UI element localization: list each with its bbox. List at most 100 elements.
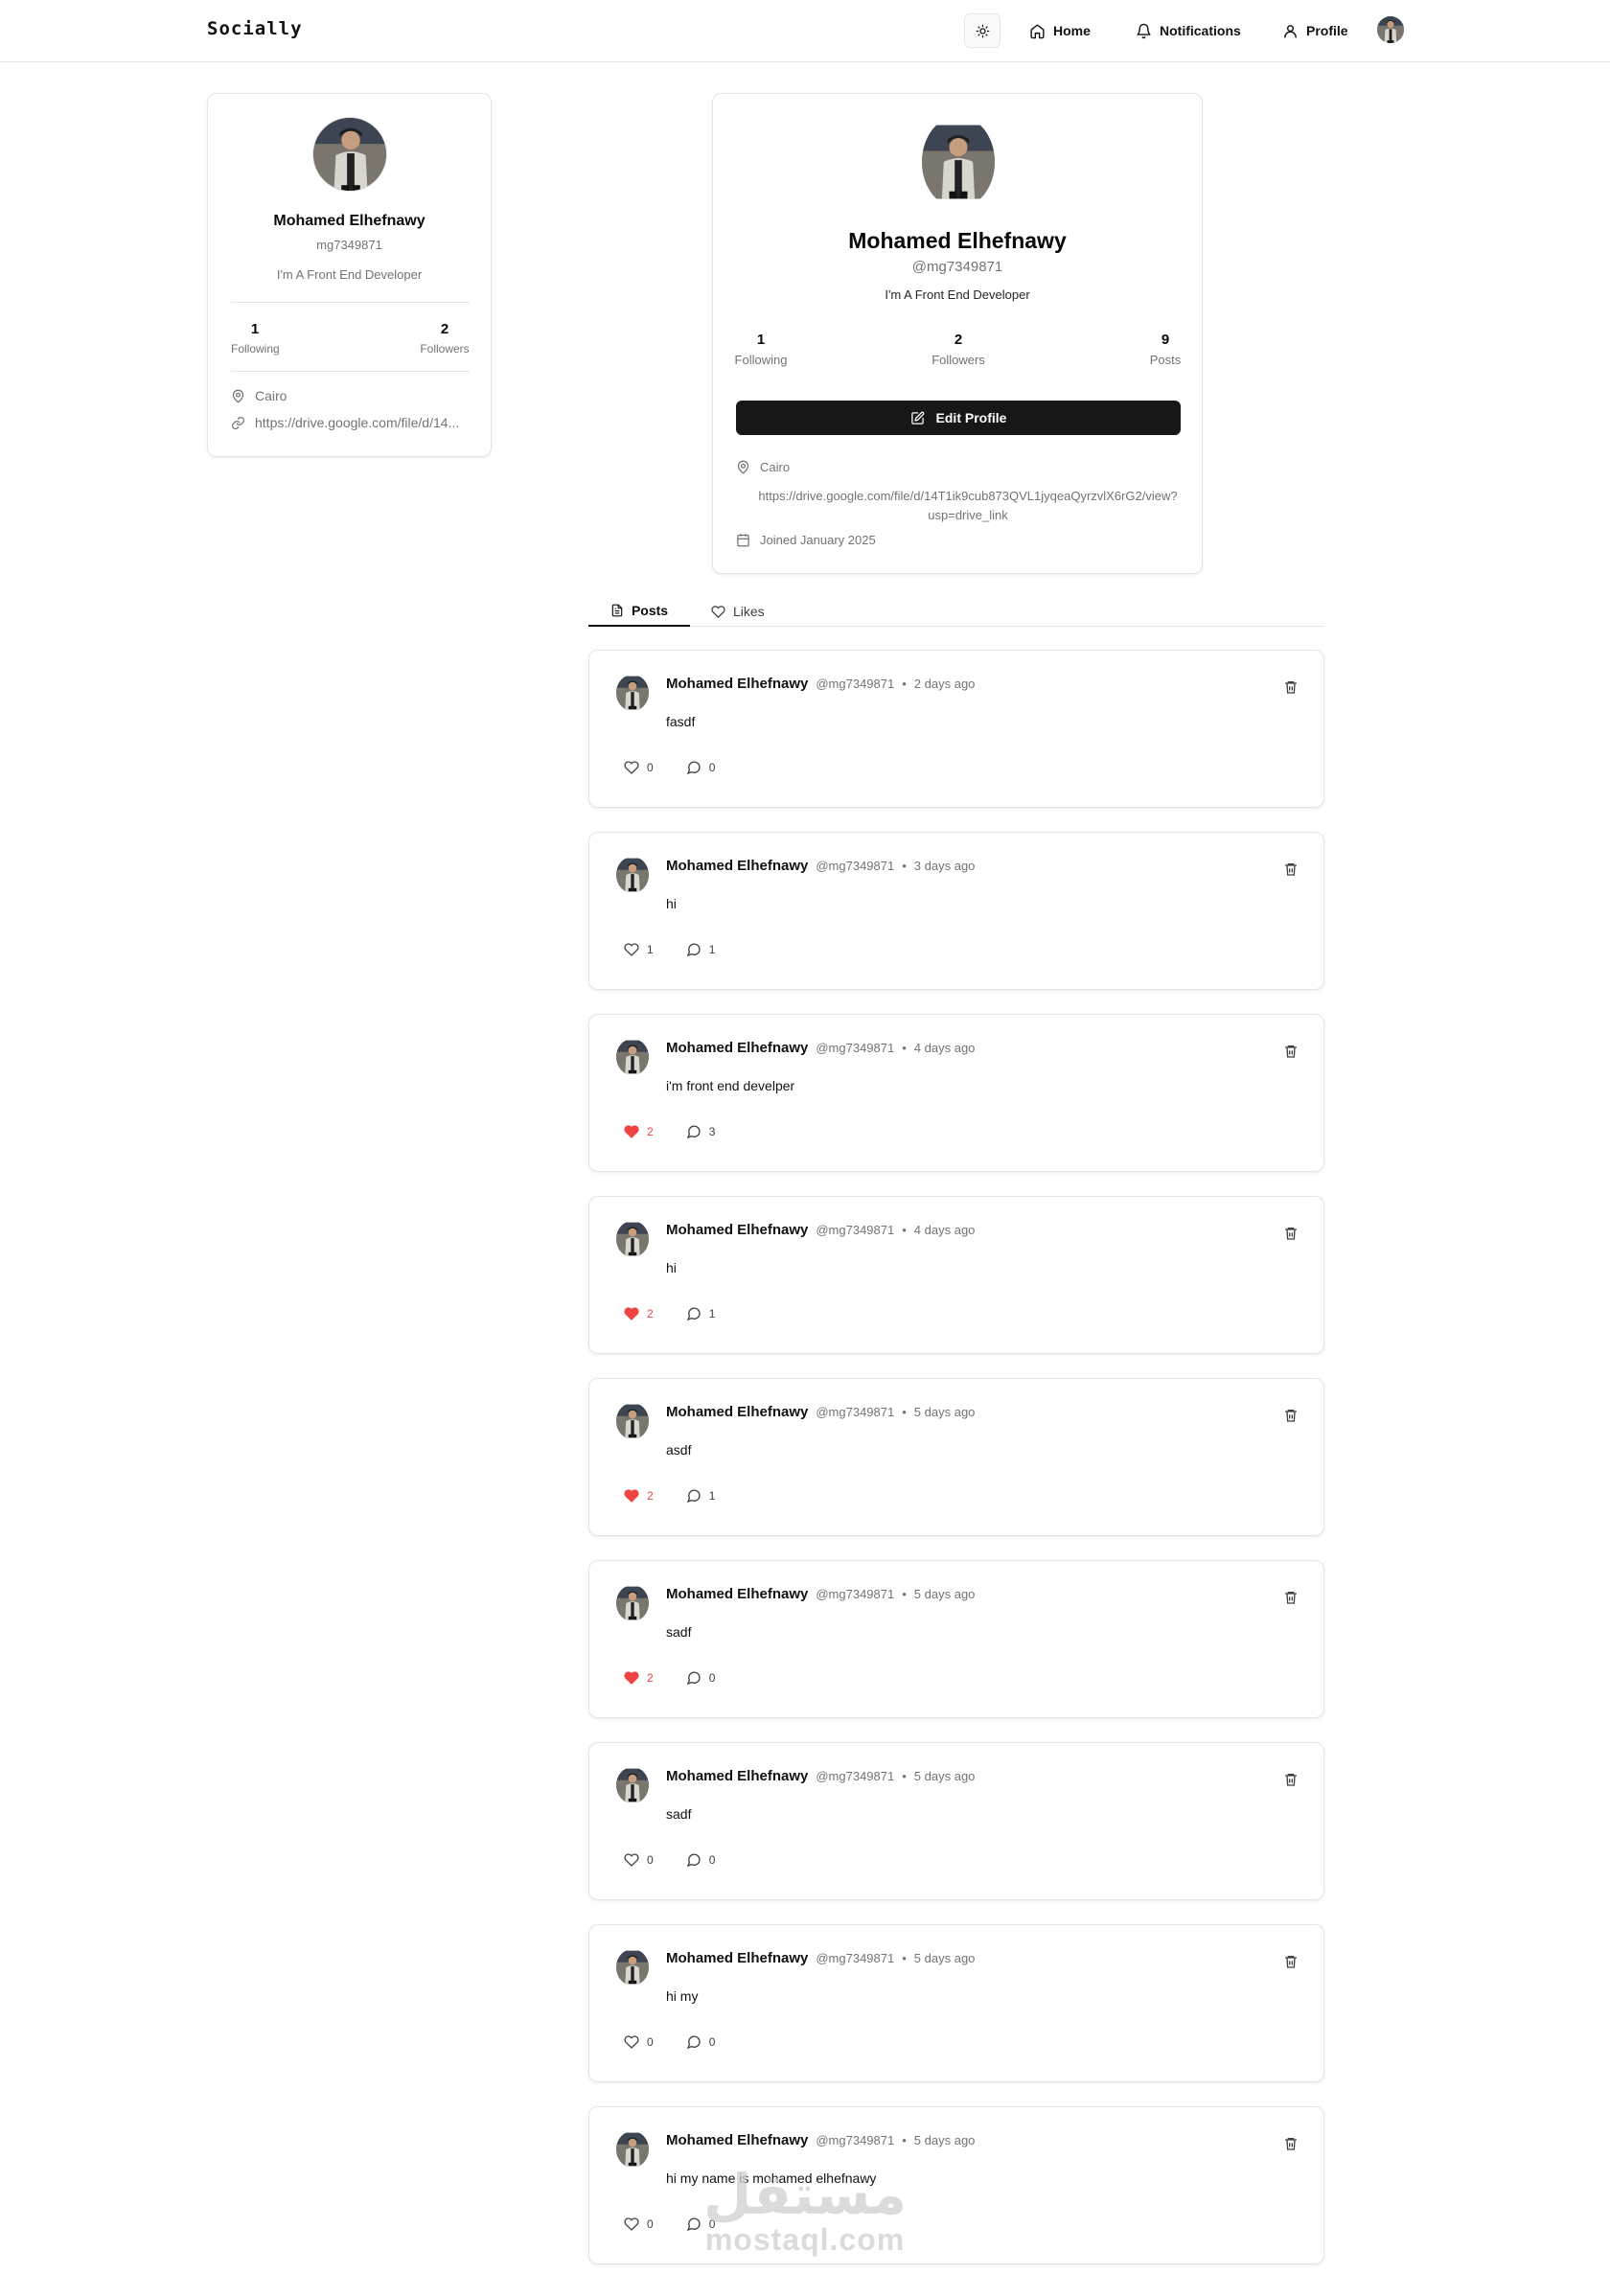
watermark: مستقل mostaql.com — [700, 2166, 910, 2256]
post-card: Mohamed Elhefnawy @mg7349871 • 5 days ag… — [588, 1378, 1324, 1536]
like-button[interactable]: 0 — [624, 2034, 654, 2050]
app-logo[interactable]: Socially — [207, 18, 303, 39]
comment-button[interactable]: 1 — [686, 1306, 715, 1321]
like-button[interactable]: 2 — [624, 1306, 654, 1321]
comment-button[interactable]: 0 — [686, 2034, 715, 2050]
sidebar-website[interactable]: https://drive.google.com/file/d/14... — [231, 415, 459, 430]
trash-icon[interactable] — [1283, 1590, 1299, 1605]
post-avatar[interactable] — [616, 1767, 649, 1803]
comment-button[interactable]: 0 — [686, 1852, 715, 1868]
comment-button[interactable]: 1 — [686, 1488, 715, 1504]
sidebar-following-label: Following — [231, 342, 280, 356]
post-avatar[interactable] — [616, 2131, 649, 2168]
post-content: i'm front end develper — [666, 1078, 795, 1093]
post-actions: 1 1 — [624, 942, 748, 957]
post-avatar[interactable] — [616, 1221, 649, 1257]
profile-website-link-cont[interactable]: usp=drive_link — [736, 506, 1200, 525]
trash-icon[interactable] — [1283, 1408, 1299, 1423]
like-button[interactable]: 2 — [624, 1670, 654, 1686]
post-header: Mohamed Elhefnawy @mg7349871 • 3 days ag… — [666, 858, 975, 874]
map-pin-icon — [232, 389, 244, 403]
profile-website-link[interactable]: https://drive.google.com/file/d/14T1ik9c… — [736, 487, 1200, 506]
trash-icon[interactable] — [1283, 1772, 1299, 1787]
nav-home-label: Home — [1053, 23, 1091, 38]
nav-notifications-link[interactable]: Notifications — [1136, 19, 1241, 42]
post-time: 5 days ago — [913, 1587, 976, 1601]
post-handle: @mg7349871 — [816, 1769, 895, 1783]
profile-website[interactable]: https://drive.google.com/file/d/14T1ik9c… — [736, 487, 1200, 525]
edit-profile-button[interactable]: Edit Profile — [736, 401, 1181, 435]
comment-count: 1 — [708, 943, 716, 956]
trash-icon[interactable] — [1283, 679, 1299, 695]
heart-icon — [624, 2035, 639, 2049]
post-avatar[interactable] — [616, 1585, 649, 1621]
post-author[interactable]: Mohamed Elhefnawy — [666, 1040, 808, 1056]
divider — [231, 302, 470, 303]
comment-button[interactable]: 1 — [686, 942, 716, 957]
like-count: 0 — [647, 2035, 654, 2049]
comment-button[interactable]: 0 — [686, 1670, 716, 1686]
post-avatar[interactable] — [616, 1039, 649, 1075]
profile-posts-count: 9 — [1161, 332, 1170, 348]
post-card: Mohamed Elhefnawy @mg7349871 • 5 days ag… — [588, 1560, 1324, 1718]
post-avatar[interactable] — [616, 1949, 649, 1986]
post-author[interactable]: Mohamed Elhefnawy — [666, 1768, 808, 1784]
profile-avatar — [922, 116, 995, 208]
post-author[interactable]: Mohamed Elhefnawy — [666, 2132, 808, 2148]
message-circle-icon — [686, 1853, 701, 1868]
edit-profile-label: Edit Profile — [935, 410, 1007, 425]
message-circle-icon — [686, 1125, 701, 1139]
trash-icon[interactable] — [1283, 1044, 1299, 1059]
profile-posts-label: Posts — [1149, 353, 1182, 367]
trash-icon[interactable] — [1283, 1226, 1299, 1241]
like-button[interactable]: 2 — [624, 1124, 654, 1139]
heart-filled-icon — [624, 1307, 639, 1320]
post-author[interactable]: Mohamed Elhefnawy — [666, 676, 808, 692]
sidebar-name[interactable]: Mohamed Elhefnawy — [208, 213, 491, 230]
sidebar-followers-count: 2 — [440, 321, 449, 337]
post-card: Mohamed Elhefnawy @mg7349871 • 5 days ag… — [588, 1742, 1324, 1900]
trash-icon[interactable] — [1283, 2136, 1299, 2151]
post-author[interactable]: Mohamed Elhefnawy — [666, 1950, 808, 1966]
comment-button[interactable]: 3 — [686, 1124, 715, 1139]
theme-toggle-button[interactable] — [964, 13, 1000, 48]
tab-likes[interactable]: Likes — [711, 596, 778, 627]
like-count: 2 — [647, 1307, 654, 1320]
post-author[interactable]: Mohamed Elhefnawy — [666, 1586, 808, 1602]
like-button[interactable]: 2 — [624, 1488, 654, 1504]
post-author[interactable]: Mohamed Elhefnawy — [666, 1222, 808, 1238]
user-icon — [1284, 24, 1297, 38]
nav-profile-link[interactable]: Profile — [1282, 19, 1348, 42]
post-avatar[interactable] — [616, 1403, 649, 1439]
user-avatar-button[interactable] — [1377, 16, 1404, 43]
comment-count: 0 — [708, 1671, 716, 1685]
like-button[interactable]: 0 — [624, 760, 654, 775]
post-header: Mohamed Elhefnawy @mg7349871 • 5 days ag… — [666, 1404, 975, 1420]
comment-button[interactable]: 0 — [686, 760, 715, 775]
post-avatar[interactable] — [616, 675, 649, 711]
trash-icon[interactable] — [1283, 1954, 1299, 1969]
like-count: 0 — [647, 2217, 654, 2231]
trash-icon[interactable] — [1283, 861, 1299, 877]
heart-icon — [624, 1853, 639, 1867]
heart-icon — [624, 2217, 639, 2231]
post-handle: @mg7349871 — [816, 1041, 895, 1055]
post-content: hi — [666, 1260, 677, 1275]
sidebar-website-link[interactable]: https://drive.google.com/file/d/14... — [255, 415, 459, 430]
heart-filled-icon — [624, 1671, 639, 1685]
post-separator: • — [902, 1041, 907, 1055]
post-card: Mohamed Elhefnawy @mg7349871 • 2 days ag… — [588, 650, 1324, 808]
like-button[interactable]: 1 — [624, 942, 654, 957]
post-avatar[interactable] — [616, 857, 649, 893]
sidebar-avatar[interactable] — [312, 117, 387, 192]
like-button[interactable]: 0 — [624, 2216, 654, 2232]
post-author[interactable]: Mohamed Elhefnawy — [666, 1404, 808, 1420]
post-author[interactable]: Mohamed Elhefnawy — [666, 858, 808, 874]
post-header: Mohamed Elhefnawy @mg7349871 • 5 days ag… — [666, 1586, 975, 1602]
like-button[interactable]: 0 — [624, 1852, 654, 1868]
post-separator: • — [902, 2133, 907, 2147]
top-navbar: Socially Home Notifications Profile — [0, 0, 1610, 62]
post-separator: • — [902, 1769, 907, 1783]
tab-posts[interactable]: Posts — [588, 596, 690, 627]
nav-home-link[interactable]: Home — [1029, 19, 1091, 42]
